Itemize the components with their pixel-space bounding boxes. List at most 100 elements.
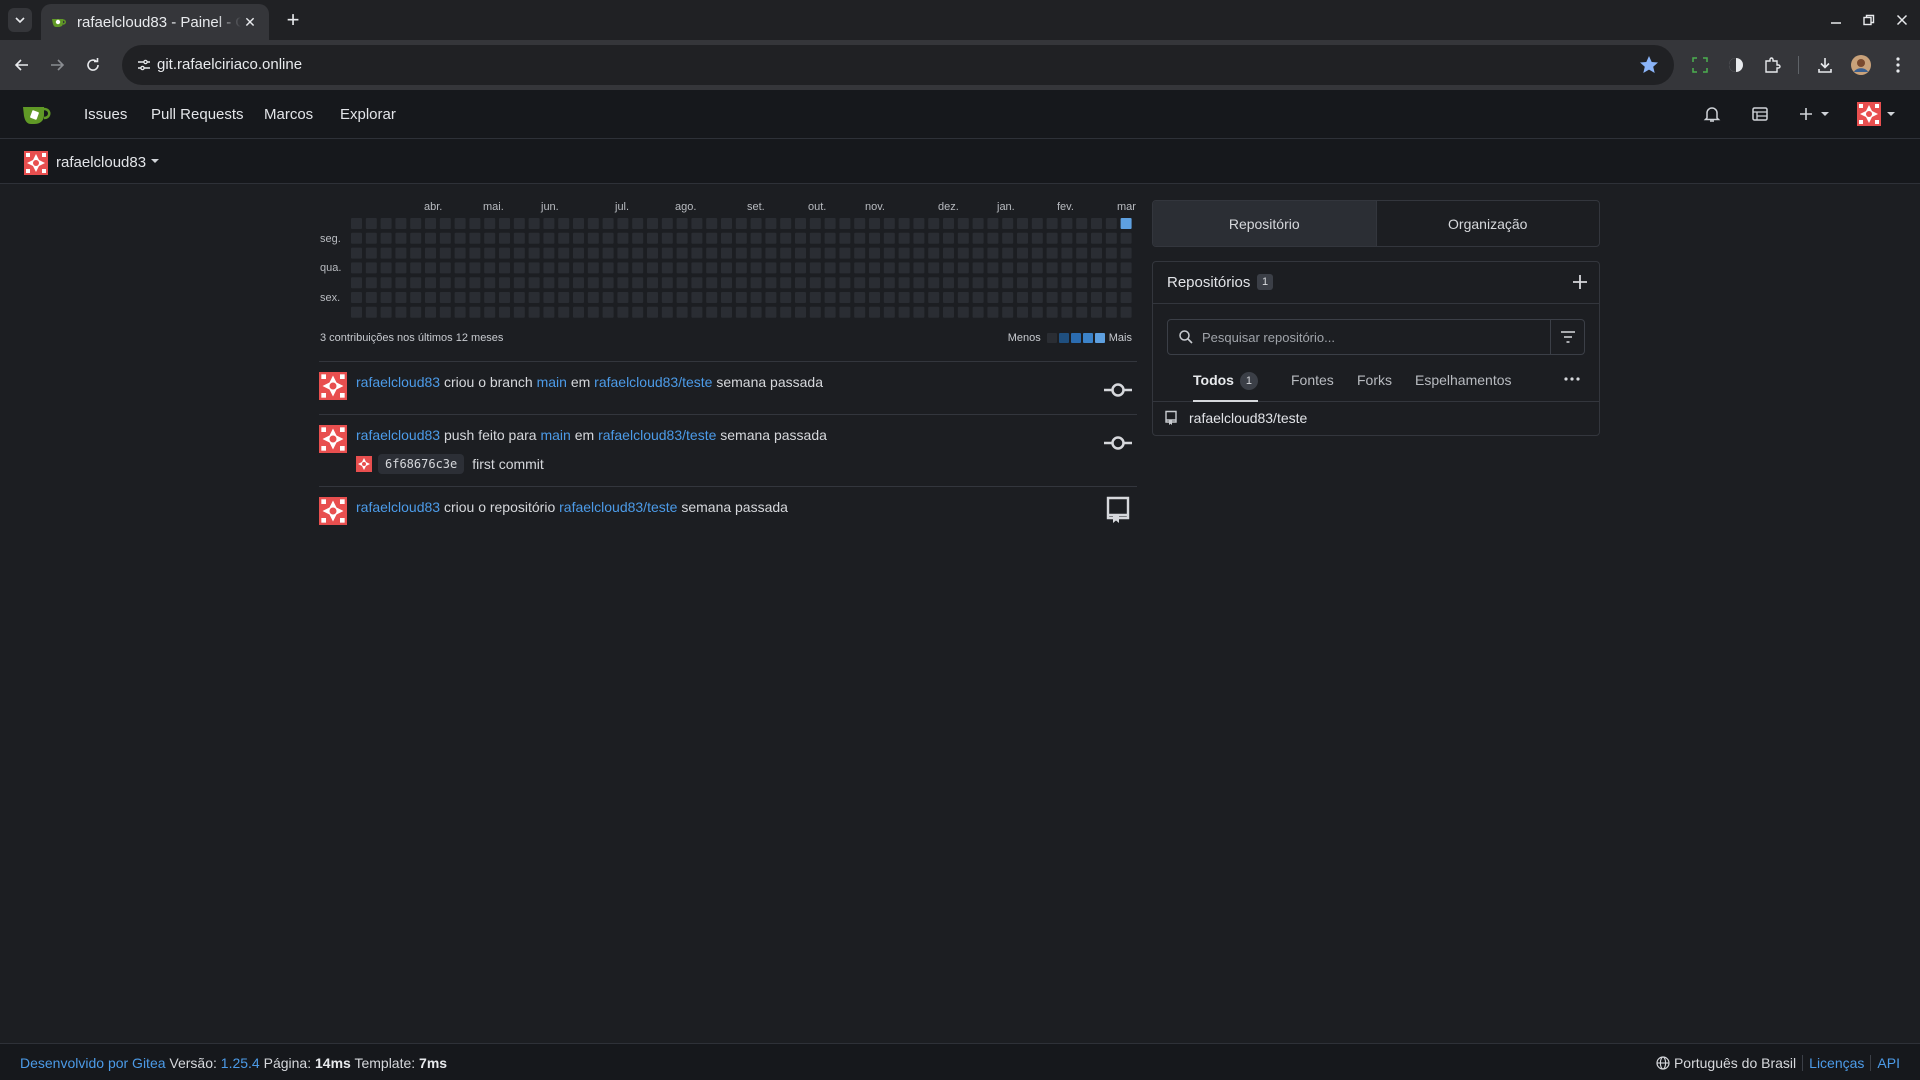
heatmap-cell[interactable] — [869, 262, 880, 274]
heatmap-cell[interactable] — [750, 218, 762, 229]
heatmap-cell[interactable] — [824, 218, 836, 229]
heatmap-cell[interactable] — [1076, 262, 1088, 274]
heatmap-cell[interactable] — [735, 306, 747, 318]
heatmap-cell[interactable] — [987, 306, 999, 318]
feed-user-link[interactable]: rafaelcloud83 — [356, 499, 440, 515]
heatmap-cell[interactable] — [854, 306, 866, 318]
heatmap-cell[interactable] — [484, 218, 496, 229]
heatmap-cell[interactable] — [484, 247, 496, 259]
heatmap-cell[interactable] — [587, 262, 599, 274]
heatmap-cell[interactable] — [410, 247, 422, 259]
heatmap-cell[interactable] — [1091, 232, 1102, 244]
heatmap-cell[interactable] — [1002, 306, 1014, 318]
heatmap-cell[interactable] — [721, 232, 732, 244]
heatmap-cell[interactable] — [1002, 232, 1014, 244]
heatmap-cell[interactable] — [883, 277, 895, 289]
heatmap-cell[interactable] — [1076, 232, 1088, 244]
heatmap-cell[interactable] — [1061, 247, 1073, 259]
screenshot-icon[interactable] — [1688, 53, 1712, 77]
heatmap-cell[interactable] — [869, 292, 880, 303]
heatmap-cell[interactable] — [469, 232, 481, 244]
heatmap-cell[interactable] — [380, 292, 392, 303]
heatmap-cell[interactable] — [869, 277, 880, 289]
heatmap-cell[interactable] — [543, 247, 555, 259]
heatmap-cell[interactable] — [1046, 262, 1058, 274]
heatmap-cell[interactable] — [365, 247, 377, 259]
subtab-sources[interactable]: Fontes — [1291, 372, 1334, 402]
heatmap-cell[interactable] — [543, 232, 555, 244]
heatmap-cell[interactable] — [869, 247, 880, 259]
heatmap-cell[interactable] — [425, 247, 436, 259]
heatmap-cell[interactable] — [913, 218, 925, 229]
create-new-dropdown[interactable] — [1798, 102, 1830, 126]
heatmap-cell[interactable] — [957, 306, 969, 318]
powered-by-gitea-link[interactable]: Desenvolvido por Gitea — [20, 1055, 166, 1071]
heatmap-cell[interactable] — [735, 292, 747, 303]
heatmap-cell[interactable] — [1017, 232, 1028, 244]
heatmap-cell[interactable] — [1046, 232, 1058, 244]
heatmap-cell[interactable] — [365, 218, 377, 229]
heatmap-cell[interactable] — [1046, 306, 1058, 318]
heatmap-cell[interactable] — [943, 262, 954, 274]
heatmap-cell[interactable] — [469, 292, 481, 303]
heatmap-cell[interactable] — [883, 262, 895, 274]
heatmap-cell[interactable] — [1061, 232, 1073, 244]
heatmap-cell[interactable] — [780, 247, 792, 259]
feed-repo-link[interactable]: rafaelcloud83/teste — [598, 427, 716, 443]
heatmap-cell[interactable] — [499, 232, 510, 244]
heatmap-cell[interactable] — [1046, 292, 1058, 303]
heatmap-cell[interactable] — [602, 292, 614, 303]
heatmap-cell[interactable] — [928, 292, 940, 303]
heatmap-cell[interactable] — [1017, 262, 1028, 274]
heatmap-cell[interactable] — [647, 306, 658, 318]
heatmap-cell[interactable] — [543, 292, 555, 303]
heatmap-cell[interactable] — [839, 277, 851, 289]
heatmap-cell[interactable] — [573, 277, 584, 289]
heatmap-cell[interactable] — [809, 277, 821, 289]
heatmap-cell[interactable] — [661, 247, 673, 259]
heatmap-cell[interactable] — [587, 277, 599, 289]
heatmap-cell[interactable] — [469, 247, 481, 259]
heatmap-cell[interactable] — [558, 232, 570, 244]
heatmap-cell[interactable] — [351, 232, 362, 244]
heatmap-cell[interactable] — [913, 277, 925, 289]
heatmap-cell[interactable] — [602, 306, 614, 318]
heatmap-cell[interactable] — [1017, 247, 1028, 259]
heatmap-cell[interactable] — [513, 277, 525, 289]
heatmap-cell[interactable] — [425, 306, 436, 318]
feed-user-avatar[interactable] — [319, 372, 347, 400]
heatmap-cell[interactable] — [809, 232, 821, 244]
heatmap-cell[interactable] — [410, 218, 422, 229]
heatmap-cell[interactable] — [632, 292, 644, 303]
heatmap-cell[interactable] — [721, 292, 732, 303]
heatmap-cell[interactable] — [351, 306, 362, 318]
heatmap-cell[interactable] — [1031, 262, 1043, 274]
heatmap-cell[interactable] — [499, 262, 510, 274]
heatmap-cell[interactable] — [647, 262, 658, 274]
heatmap-cell[interactable] — [1061, 292, 1073, 303]
heatmap-cell[interactable] — [691, 262, 703, 274]
heatmap-cell[interactable] — [661, 218, 673, 229]
heatmap-cell[interactable] — [854, 232, 866, 244]
heatmap-cell[interactable] — [365, 232, 377, 244]
heatmap-cell[interactable] — [425, 277, 436, 289]
heatmap-cell[interactable] — [824, 232, 836, 244]
browser-tab-active[interactable]: rafaelcloud83 - Painel - Gitea ✕ — [41, 4, 269, 40]
heatmap-cell[interactable] — [1105, 247, 1117, 259]
heatmap-cell[interactable] — [1120, 218, 1132, 229]
heatmap-cell[interactable] — [558, 247, 570, 259]
heatmap-cell[interactable] — [617, 306, 629, 318]
heatmap-cell[interactable] — [809, 306, 821, 318]
heatmap-cell[interactable] — [365, 306, 377, 318]
heatmap-cell[interactable] — [1076, 218, 1088, 229]
heatmap-cell[interactable] — [987, 247, 999, 259]
heatmap-cell[interactable] — [795, 218, 806, 229]
heatmap-cell[interactable] — [661, 277, 673, 289]
heatmap-cell[interactable] — [1031, 292, 1043, 303]
heatmap-cell[interactable] — [573, 306, 584, 318]
project-board-icon[interactable] — [1751, 102, 1769, 126]
heatmap-cell[interactable] — [1031, 306, 1043, 318]
heatmap-cell[interactable] — [824, 277, 836, 289]
heatmap-cell[interactable] — [1105, 306, 1117, 318]
heatmap-cell[interactable] — [1120, 247, 1132, 259]
